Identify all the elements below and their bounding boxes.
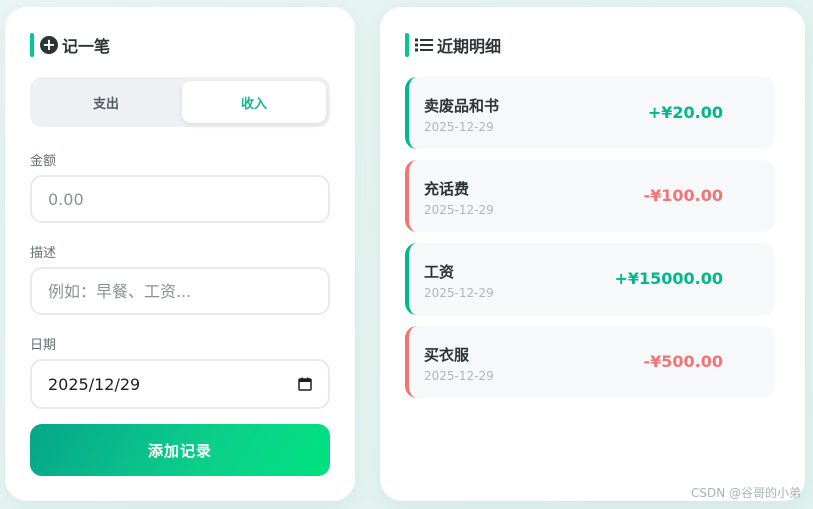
record-item[interactable]: 卖废品和书 2025-12-29 +¥20.00 [405, 77, 775, 149]
record-date: 2025-12-29 [424, 203, 494, 217]
record-item[interactable]: 充话费 2025-12-29 -¥100.00 [405, 160, 775, 232]
date-input[interactable]: 2025/12/29 [30, 359, 330, 409]
add-record-card: + 记一笔 支出 收入 金额 描述 日期 2025/12/29 添加记录 [5, 7, 355, 501]
record-amount: -¥500.00 [643, 352, 723, 371]
tab-expense[interactable]: 支出 [34, 81, 178, 123]
list-icon [415, 38, 433, 52]
records-title-text: 近期明细 [437, 37, 502, 56]
record-date: 2025-12-29 [424, 286, 494, 300]
amount-input[interactable] [30, 175, 330, 223]
type-toggle: 支出 收入 [30, 77, 330, 127]
record-item[interactable]: 工资 2025-12-29 +¥15000.00 [405, 243, 775, 315]
record-title: 工资 [424, 263, 455, 281]
record-title: 买衣服 [424, 346, 470, 364]
plus-circle-icon: + [40, 36, 58, 54]
form-title-text: 记一笔 [62, 37, 111, 56]
record-amount: -¥100.00 [643, 186, 723, 205]
record-title: 卖废品和书 [424, 97, 500, 115]
record-amount: +¥20.00 [647, 103, 723, 122]
form-title: + 记一笔 [30, 33, 110, 57]
description-label: 描述 [30, 246, 57, 261]
add-record-button[interactable]: 添加记录 [30, 424, 330, 476]
record-title: 充话费 [424, 180, 470, 198]
record-date: 2025-12-29 [424, 120, 494, 134]
recent-records-card: 近期明细 卖废品和书 2025-12-29 +¥20.00 充话费 2025-1… [380, 7, 805, 501]
description-input[interactable] [30, 267, 330, 315]
date-value: 2025/12/29 [48, 374, 141, 394]
tab-income[interactable]: 收入 [182, 81, 326, 123]
record-amount: +¥15000.00 [614, 269, 723, 288]
calendar-icon[interactable] [298, 377, 312, 391]
amount-label: 金额 [30, 154, 57, 169]
records-title: 近期明细 [405, 33, 501, 57]
record-date: 2025-12-29 [424, 369, 494, 383]
date-label: 日期 [30, 338, 57, 353]
record-item[interactable]: 买衣服 2025-12-29 -¥500.00 [405, 326, 775, 398]
watermark: CSDN @谷哥的小弟 [690, 486, 801, 500]
